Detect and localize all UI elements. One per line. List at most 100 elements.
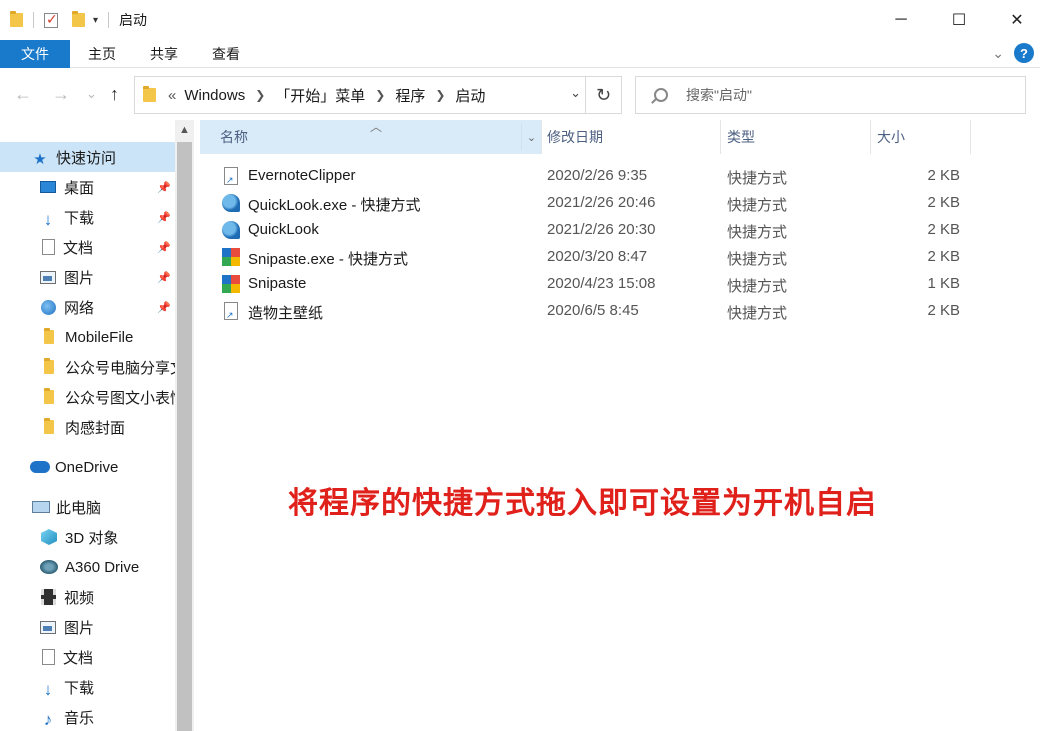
file-name: EvernoteClipper <box>248 167 356 184</box>
tab-file[interactable]: 文件 <box>0 39 70 68</box>
forward-button[interactable]: → <box>52 84 70 105</box>
file-type: 快捷方式 <box>727 197 788 214</box>
breadcrumb-windows[interactable]: Windows <box>184 87 245 104</box>
window-controls: ─ ☐ ✕ <box>866 0 1040 40</box>
tab-view[interactable]: 查看 <box>194 40 258 68</box>
chevron-right-icon[interactable]: ❯ <box>255 88 265 102</box>
sidebar-item-onedrive[interactable]: OneDrive <box>0 452 175 482</box>
document-icon <box>42 239 55 255</box>
file-row[interactable]: Snipaste.exe - 快捷方式 2020/3/20 8:47 快捷方式 … <box>200 244 980 271</box>
sort-ascending-icon: ︿ <box>370 120 383 134</box>
column-header-size[interactable]: 大小 <box>857 120 970 154</box>
sidebar-item-pictures[interactable]: 图片 <box>0 612 175 642</box>
sidebar-item-3d-objects[interactable]: 3D 对象 <box>0 522 175 552</box>
breadcrumb-programs[interactable]: 程序 <box>395 85 425 106</box>
breadcrumb-startup[interactable]: 启动 <box>455 85 485 106</box>
desktop-icon <box>40 181 56 193</box>
sidebar-item-network[interactable]: 网络 📌 <box>0 292 175 322</box>
up-button[interactable]: ↑ <box>110 84 119 105</box>
scrollbar-thumb[interactable] <box>177 142 192 731</box>
file-name: 造物主壁纸 <box>248 305 324 322</box>
new-folder-icon[interactable] <box>72 11 85 27</box>
sidebar-item-label: 视频 <box>64 589 95 607</box>
customize-toolbar-chevron-icon[interactable]: ▾ <box>93 15 98 26</box>
sidebar-item-label: 此电脑 <box>56 499 102 517</box>
properties-icon[interactable] <box>44 11 58 28</box>
pin-icon[interactable]: 📌 <box>157 181 171 194</box>
toolbar-divider <box>33 12 34 28</box>
tab-share[interactable]: 共享 <box>132 40 196 68</box>
folder-icon <box>44 388 54 404</box>
minimize-button[interactable]: ─ <box>878 0 924 40</box>
recent-locations-button[interactable]: ⌄ <box>86 86 97 102</box>
sidebar-item-mobilefile[interactable]: MobileFile <box>0 322 175 352</box>
sidebar-item-label: 公众号图文小表情 <box>65 389 175 407</box>
file-row[interactable]: Snipaste 2020/4/23 15:08 快捷方式 1 KB <box>200 271 980 298</box>
column-divider[interactable] <box>970 120 971 154</box>
file-type: 快捷方式 <box>727 170 788 187</box>
sidebar-item-folder[interactable]: 肉感封面 <box>0 412 175 442</box>
sidebar-item-downloads[interactable]: ↓ 下载 📌 <box>0 202 175 232</box>
snipaste-icon <box>222 275 240 293</box>
sidebar-item-pictures[interactable]: 图片 📌 <box>0 262 175 292</box>
sidebar-item-videos[interactable]: 视频 <box>0 582 175 612</box>
pin-icon[interactable]: 📌 <box>157 271 171 284</box>
navigation-pane: ★ 快速访问 桌面 📌 ↓ 下载 📌 文档 📌 图片 📌 网络 📌 Mobile… <box>0 120 175 731</box>
window-title: 启动 <box>119 12 148 28</box>
pin-icon[interactable]: 📌 <box>157 241 171 254</box>
sidebar-item-folder[interactable]: 公众号电脑分享文 <box>0 352 175 382</box>
refresh-button[interactable]: ↻ <box>585 77 621 113</box>
folder-icon <box>10 11 23 27</box>
scroll-up-chevron-icon[interactable]: ▲ <box>175 120 194 140</box>
back-button[interactable]: ← <box>14 84 32 105</box>
pin-icon[interactable]: 📌 <box>157 301 171 314</box>
column-header-type[interactable]: 类型 <box>707 120 870 154</box>
download-icon: ↓ <box>43 680 53 699</box>
star-icon: ★ <box>33 151 47 168</box>
breadcrumb-overflow[interactable]: « <box>168 87 176 104</box>
maximize-button[interactable]: ☐ <box>936 0 982 40</box>
file-row[interactable]: QuickLook 2021/2/26 20:30 快捷方式 2 KB <box>200 217 980 244</box>
chevron-right-icon[interactable]: ❯ <box>375 88 385 102</box>
tab-home[interactable]: 主页 <box>70 40 134 68</box>
file-size: 2 KB <box>927 302 960 319</box>
sidebar-item-downloads[interactable]: ↓ 下载 <box>0 672 175 702</box>
navigation-pane-scrollbar[interactable]: ▲ <box>175 120 194 731</box>
download-icon: ↓ <box>43 210 53 229</box>
help-button[interactable]: ? <box>1014 43 1034 63</box>
sidebar-item-folder[interactable]: 公众号图文小表情 <box>0 382 175 412</box>
address-bar[interactable]: « Windows ❯ 「开始」菜单 ❯ 程序 ❯ 启动 ⌄ ↻ <box>134 76 622 114</box>
sidebar-item-documents[interactable]: 文档 <box>0 642 175 672</box>
file-row[interactable]: QuickLook.exe - 快捷方式 2021/2/26 20:46 快捷方… <box>200 190 980 217</box>
sidebar-item-documents[interactable]: 文档 📌 <box>0 232 175 262</box>
file-date: 2020/4/23 15:08 <box>547 275 656 292</box>
chevron-right-icon[interactable]: ❯ <box>435 88 445 102</box>
file-row[interactable]: EvernoteClipper 2020/2/26 9:35 快捷方式 2 KB <box>200 163 980 190</box>
close-button[interactable]: ✕ <box>994 0 1040 40</box>
breadcrumb-start-menu[interactable]: 「开始」菜单 <box>275 85 365 106</box>
file-name: Snipaste <box>248 275 307 292</box>
pin-icon[interactable]: 📌 <box>157 211 171 224</box>
sidebar-item-label: 文档 <box>63 239 94 257</box>
network-icon <box>41 299 56 315</box>
sidebar-item-label: 桌面 <box>64 179 95 197</box>
folder-icon <box>44 328 54 344</box>
ribbon-tabs: 文件 主页 共享 查看 ⌄ ? <box>0 39 1040 68</box>
sidebar-item-a360-drive[interactable]: A360 Drive <box>0 552 175 582</box>
search-box[interactable] <box>635 76 1026 114</box>
expand-ribbon-chevron-icon[interactable]: ⌄ <box>992 45 1004 62</box>
search-icon <box>654 88 668 102</box>
search-input[interactable] <box>686 87 986 103</box>
sidebar-item-label: 音乐 <box>64 709 95 727</box>
column-header-date[interactable]: 修改日期 <box>527 120 720 154</box>
sidebar-item-quick-access[interactable]: ★ 快速访问 <box>0 142 175 172</box>
sidebar-item-this-pc[interactable]: 此电脑 <box>0 492 175 522</box>
file-name: QuickLook <box>248 221 319 238</box>
address-dropdown-chevron-icon[interactable]: ⌄ <box>570 85 581 101</box>
sidebar-item-desktop[interactable]: 桌面 📌 <box>0 172 175 202</box>
sidebar-item-music[interactable]: ♪ 音乐 <box>0 702 175 731</box>
file-row[interactable]: 造物主壁纸 2020/6/5 8:45 快捷方式 2 KB <box>200 298 980 325</box>
file-date: 2021/2/26 20:30 <box>547 221 656 238</box>
file-size: 1 KB <box>927 275 960 292</box>
title-bar: ▾ 启动 ─ ☐ ✕ <box>0 0 1040 40</box>
